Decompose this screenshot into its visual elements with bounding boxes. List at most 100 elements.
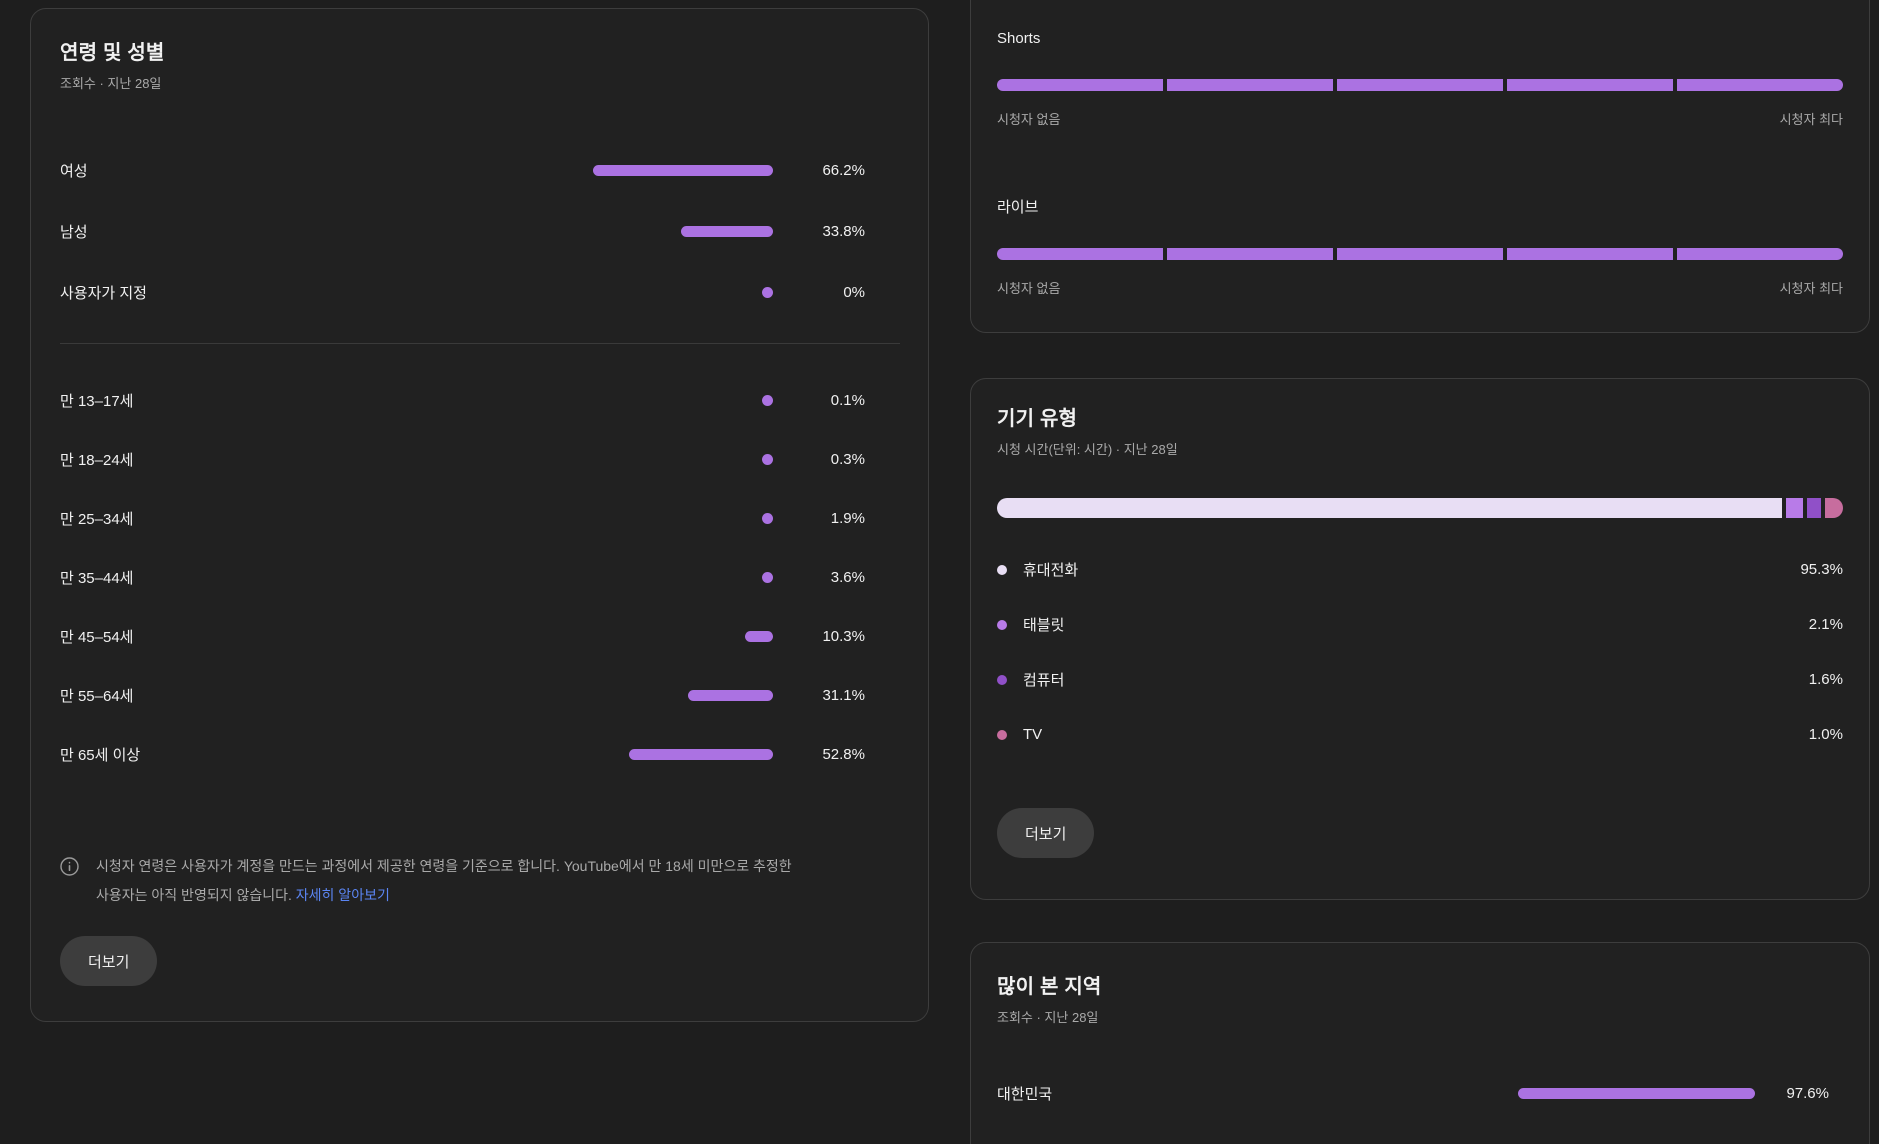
stat-row: 여성 66.2% <box>60 140 900 201</box>
stat-row-bar <box>745 631 773 642</box>
legend-dot-icon <box>997 675 1007 685</box>
stat-row: 만 35–44세 3.6% <box>60 548 900 607</box>
age-disclaimer-note: 시청자 연령은 사용자가 계정을 만드는 과정에서 제공한 연령을 기준으로 합… <box>96 858 792 903</box>
stat-row-bar <box>1518 1088 1755 1099</box>
legend-label: TV <box>1023 726 1042 743</box>
device-legend-row: TV 1.0% <box>997 707 1843 762</box>
region-card-title: 많이 본 지역 <box>997 973 1843 1001</box>
stat-row-label: 만 18–24세 <box>60 449 501 470</box>
stat-row: 만 18–24세 0.3% <box>60 430 900 489</box>
stat-row-value: 97.6% <box>1755 1085 1829 1102</box>
legend-value: 95.3% <box>1800 561 1843 578</box>
age-gender-card: 연령 및 성별 조회수 · 지난 28일 여성 66.2% 남성 33.8% 사… <box>30 8 929 1022</box>
legend-dot-icon <box>997 620 1007 630</box>
stat-row-label: 만 55–64세 <box>60 685 501 706</box>
stat-row-label: 만 25–34세 <box>60 508 501 529</box>
stat-row: 남성 33.8% <box>60 201 900 262</box>
stat-row-label: 만 45–54세 <box>60 626 501 647</box>
section-divider <box>60 343 900 344</box>
format-section-label: 라이브 <box>997 198 1843 218</box>
device-bar-segment <box>997 498 1782 518</box>
stat-row-value: 10.3% <box>773 628 865 645</box>
stat-row-value: 0.3% <box>773 451 865 468</box>
device-legend-row: 컴퓨터 1.6% <box>997 652 1843 707</box>
device-card-subtitle: 시청 시간(단위: 시간) · 지난 28일 <box>997 441 1843 458</box>
stat-row-bar-area <box>501 165 773 176</box>
top-regions-card: 많이 본 지역 조회수 · 지난 28일 대한민국 97.6% <box>970 942 1870 1144</box>
stat-row-bar <box>762 287 773 298</box>
legend-dot-icon <box>997 730 1007 740</box>
distribution-segment <box>997 248 1163 260</box>
legend-value: 1.0% <box>1809 726 1843 743</box>
distribution-segment <box>1167 79 1333 91</box>
device-type-card: 기기 유형 시청 시간(단위: 시간) · 지난 28일 휴대전화 95.3% … <box>970 378 1870 900</box>
stat-row-bar-area <box>501 226 773 237</box>
age-gender-more-button[interactable]: 더보기 <box>60 936 157 986</box>
distribution-segment <box>1507 79 1673 91</box>
stat-row-bar <box>762 513 773 524</box>
scale-right-label: 시청자 최다 <box>1780 111 1843 128</box>
format-sections: Shorts 시청자 없음 시청자 최다 라이브 시청자 없음 시청자 최다 <box>997 29 1843 297</box>
scale-labels: 시청자 없음 시청자 최다 <box>997 111 1843 128</box>
stat-row-bar-area <box>1512 1088 1755 1099</box>
stat-row-label: 여성 <box>60 160 501 181</box>
stat-row-label: 사용자가 지정 <box>60 282 501 303</box>
stat-row-bar <box>629 749 773 760</box>
device-bar-segment <box>1807 498 1821 518</box>
device-more-button[interactable]: 더보기 <box>997 808 1094 858</box>
stat-row-bar <box>762 454 773 465</box>
region-card-subtitle: 조회수 · 지난 28일 <box>997 1009 1843 1026</box>
gender-rows: 여성 66.2% 남성 33.8% 사용자가 지정 0% <box>60 140 900 323</box>
distribution-segment <box>1337 79 1503 91</box>
stat-row-value: 33.8% <box>773 223 865 240</box>
age-gender-card-title: 연령 및 성별 <box>60 39 900 67</box>
stat-row-bar <box>762 572 773 583</box>
stat-row-bar-area <box>501 287 773 298</box>
stat-row-label: 만 13–17세 <box>60 390 501 411</box>
stat-row: 만 13–17세 0.1% <box>60 371 900 430</box>
legend-label: 휴대전화 <box>1023 559 1078 580</box>
stat-row-label: 대한민국 <box>997 1083 1512 1104</box>
device-stacked-bar <box>997 498 1843 518</box>
legend-value: 1.6% <box>1809 671 1843 688</box>
stat-row: 대한민국 97.6% <box>997 1062 1843 1124</box>
learn-more-link[interactable]: 자세히 알아보기 <box>296 887 390 903</box>
stat-row: 사용자가 지정 0% <box>60 262 900 323</box>
stat-row-bar-area <box>501 395 773 406</box>
distribution-segment <box>997 79 1163 91</box>
age-rows: 만 13–17세 0.1% 만 18–24세 0.3% 만 25–34세 1.9… <box>60 371 900 784</box>
stat-row-label: 만 65세 이상 <box>60 744 501 765</box>
stat-row-value: 0% <box>773 284 865 301</box>
distribution-segment <box>1677 79 1843 91</box>
scale-left-label: 시청자 없음 <box>997 280 1060 297</box>
format-section-label: Shorts <box>997 29 1843 49</box>
stat-row-bar-area <box>501 572 773 583</box>
stat-row-bar <box>681 226 773 237</box>
device-legend-row: 태블릿 2.1% <box>997 597 1843 652</box>
stat-row-value: 66.2% <box>773 162 865 179</box>
age-gender-card-subtitle: 조회수 · 지난 28일 <box>60 75 900 92</box>
scale-left-label: 시청자 없음 <box>997 111 1060 128</box>
format-section: 라이브 시청자 없음 시청자 최다 <box>997 198 1843 297</box>
stat-row-label: 남성 <box>60 221 501 242</box>
age-disclaimer-text: 시청자 연령은 사용자가 계정을 만드는 과정에서 제공한 연령을 기준으로 합… <box>96 852 801 910</box>
device-bar-segment <box>1786 498 1803 518</box>
stat-row-bar <box>688 690 773 701</box>
legend-label: 컴퓨터 <box>1023 669 1064 690</box>
stat-row-bar-area <box>501 513 773 524</box>
region-rows: 대한민국 97.6% <box>997 1062 1843 1124</box>
stat-row-bar-area <box>501 749 773 760</box>
analytics-dashboard: 연령 및 성별 조회수 · 지난 28일 여성 66.2% 남성 33.8% 사… <box>0 0 1879 1144</box>
device-legend-row: 휴대전화 95.3% <box>997 542 1843 597</box>
audience-distribution-bar <box>997 79 1843 91</box>
stat-row-label: 만 35–44세 <box>60 567 501 588</box>
format-section: Shorts 시청자 없음 시청자 최다 <box>997 29 1843 128</box>
age-disclaimer: 시청자 연령은 사용자가 계정을 만드는 과정에서 제공한 연령을 기준으로 합… <box>60 852 900 910</box>
format-card-clipped-area <box>997 0 1843 29</box>
stat-row-bar <box>593 165 773 176</box>
stat-row-value: 3.6% <box>773 569 865 586</box>
device-bar-segment <box>1825 498 1843 518</box>
stat-row: 만 65세 이상 52.8% <box>60 725 900 784</box>
scale-labels: 시청자 없음 시청자 최다 <box>997 280 1843 297</box>
info-icon <box>60 857 79 910</box>
